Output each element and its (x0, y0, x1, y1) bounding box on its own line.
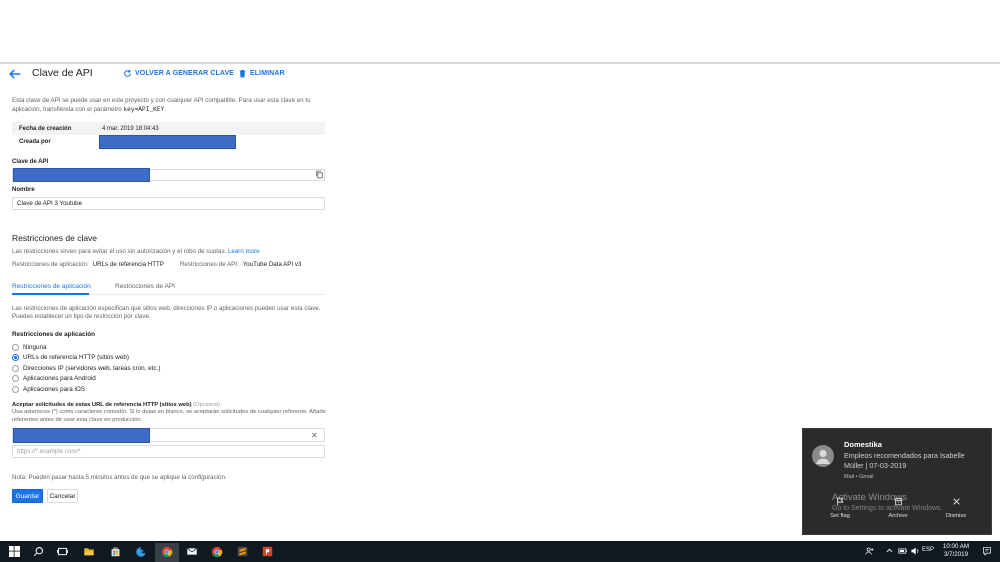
restrictions-desc: Las restricciones sirven para evitar el … (12, 248, 260, 255)
delete-label: ELIMINAR (250, 70, 285, 77)
chevron-up-icon[interactable] (885, 546, 894, 557)
name-input[interactable]: Clave de API 3 Youtube (12, 197, 325, 210)
radio-none[interactable]: Ninguna (12, 342, 160, 353)
radio-dot (12, 385, 19, 393)
close-icon (952, 498, 960, 505)
back-arrow-icon[interactable] (8, 67, 22, 81)
api-key-redacted (13, 168, 150, 182)
notification-app: Domestika (844, 440, 882, 449)
radio-android-apps[interactable]: Aplicaciones para Android (12, 374, 160, 385)
copy-icon[interactable] (315, 170, 324, 179)
config-note: Nota: Pueden pasar hasta 5 minutos antes… (12, 474, 227, 481)
learn-more-link[interactable]: Learn more (228, 248, 260, 255)
chrome-icon[interactable] (160, 545, 174, 558)
page-title: Clave de API (32, 67, 93, 79)
api-key-param: key=API_KEY (123, 105, 165, 113)
app-restrictions-heading: Restricciones de aplicación (12, 331, 95, 338)
summary-app-value: URLs de referencia HTTP (92, 261, 164, 268)
intro-text: Esta clave de API se puede usar en este … (12, 97, 311, 113)
battery-icon[interactable] (898, 546, 908, 558)
delete-button[interactable]: ELIMINAR (238, 69, 285, 78)
task-view-icon[interactable] (55, 545, 69, 558)
summary-api-value: YouTube Data API v3 (242, 261, 302, 268)
clock-date: 3/7/2019 (943, 551, 969, 558)
input-language[interactable]: ESP (922, 547, 934, 553)
api-key-field[interactable] (12, 168, 325, 182)
refresh-icon (124, 69, 131, 77)
created-row: Fecha de creación 4 mar. 2019 18:04:43 (12, 122, 325, 135)
tab-app-restrictions[interactable]: Restricciones de aplicación (12, 283, 91, 290)
created-value: 4 mar. 2019 18:04:43 (102, 125, 159, 132)
chrome-profile-icon[interactable] (210, 545, 224, 558)
author-redacted (99, 134, 236, 149)
windows-start-icon[interactable] (7, 545, 21, 558)
taskbar (0, 541, 1000, 562)
file-explorer-icon[interactable] (82, 545, 96, 558)
new-referrer-input[interactable]: https://*.example.com/* (12, 445, 325, 458)
notification-source: Mail • Gmail (844, 474, 874, 480)
author-label: Creada por (19, 138, 51, 145)
referrer-entry[interactable] (12, 427, 325, 443)
store-icon[interactable] (108, 545, 122, 558)
app-restrictions-desc: Las restricciones de aplicación especifi… (12, 305, 321, 321)
api-key-label: Clave de API (12, 159, 49, 165)
restrictions-title: Restricciones de clave (12, 233, 98, 243)
name-label: Nombre (12, 187, 35, 193)
restriction-tabs: Restricciones de aplicación Restriccione… (12, 281, 325, 295)
radio-dot (12, 343, 19, 351)
header: Clave de API VOLVER A GENERAR CLAVE ELIM… (0, 64, 1000, 86)
radio-dot (12, 364, 19, 372)
avatar (812, 445, 834, 467)
radio-dot (12, 375, 19, 383)
referrers-label: Aceptar solicitudes de estas URL de refe… (12, 402, 220, 408)
radio-dot (12, 354, 19, 362)
notification-toast[interactable]: Domestika Empleos recomendados para Isab… (802, 428, 992, 535)
system-clock[interactable]: 10:00 AM 3/7/2019 (936, 543, 976, 559)
save-button[interactable]: Guardar (12, 489, 43, 503)
regenerate-key-label: VOLVER A GENERAR CLAVE (135, 70, 235, 77)
summary-api-label: Restricciones de API: (179, 261, 239, 268)
powerpoint-icon[interactable] (260, 545, 274, 558)
search-icon[interactable] (31, 545, 45, 558)
referrer-redacted (13, 427, 150, 443)
action-center-icon[interactable] (982, 546, 992, 558)
key-metadata: Fecha de creación 4 mar. 2019 18:04:43 C… (12, 122, 325, 149)
activation-watermark-subtitle: Go to Settings to activate Windows. (832, 505, 943, 512)
author-row: Creada por (12, 134, 325, 149)
summary-app-label: Restricciones de aplicación: (12, 261, 89, 268)
restrictions-summary: Restricciones de aplicación: URLs de ref… (12, 261, 317, 268)
page: Clave de API VOLVER A GENERAR CLAVE ELIM… (0, 0, 1000, 562)
active-tab-indicator (12, 293, 89, 295)
radio-ios-apps[interactable]: Aplicaciones para iOS (12, 384, 160, 395)
trash-icon (239, 69, 246, 78)
regenerate-key-button[interactable]: VOLVER A GENERAR CLAVE (123, 69, 234, 78)
activation-watermark-title: Activate Windows (832, 492, 907, 503)
radio-http-referrers[interactable]: URLs de referencia HTTP (sitios web) (12, 353, 160, 364)
notification-body: Empleos recomendados para Isabelle Mülle… (844, 451, 965, 470)
volume-icon[interactable] (910, 546, 920, 558)
created-label: Fecha de creación (19, 125, 72, 132)
radio-ip-addresses[interactable]: Direcciones IP (servidores web, tareas c… (12, 363, 160, 374)
referrers-help: Usa asteriscos (*) como caracteres comod… (12, 409, 326, 423)
edge-icon[interactable] (134, 545, 148, 558)
cancel-button[interactable]: Cancelar (47, 489, 78, 503)
mail-icon[interactable] (185, 545, 199, 558)
people-icon[interactable] (865, 546, 875, 558)
person-icon (816, 449, 830, 464)
remove-referrer-icon[interactable]: ✕ (311, 431, 318, 440)
clock-time: 10:00 AM (942, 543, 970, 550)
sublime-icon[interactable] (235, 545, 249, 558)
optional-tag: (Opcional) (193, 402, 220, 408)
app-restrictions-radios: Ninguna URLs de referencia HTTP (sitios … (12, 342, 160, 395)
tab-api-restrictions[interactable]: Restricciones de API (115, 283, 175, 290)
